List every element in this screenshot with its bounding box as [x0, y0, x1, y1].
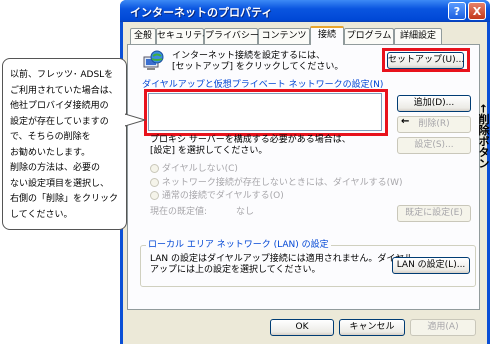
radio-never-dial[interactable]: ダイヤルしない(C)	[150, 164, 238, 175]
radio-dial-when-no-network-dot[interactable]	[150, 178, 159, 187]
radio-dial-when-no-network-label: ネットワーク接続が存在しないときには、ダイヤルする(W)	[161, 178, 403, 188]
add-button[interactable]: 追加(D)...	[397, 95, 471, 112]
tab-content[interactable]: コンテンツ	[258, 28, 310, 44]
radio-dial-when-no-network[interactable]: ネットワーク接続が存在しないときには、ダイヤルする(W)	[150, 178, 403, 189]
tab-programs[interactable]: プログラム	[344, 28, 394, 44]
proxy-description: プロキシ サーバーを構成する必要がある場合は、 [設定] を選択してください。	[150, 135, 351, 156]
list-highlight	[144, 89, 388, 136]
window-title: インターネットのプロパティ	[130, 6, 273, 19]
lan-description: LAN の設定はダイヤルアップ接続には適用されません。ダイヤル アップには上の設…	[150, 254, 414, 275]
setup-description: インターネット接続を設定するには、 [セットアップ] をクリックしてください。	[172, 51, 344, 72]
current-default-value: なし	[236, 207, 255, 217]
current-default-label: 現在の既定値:	[150, 207, 208, 217]
cancel-button[interactable]: キャンセル	[339, 319, 405, 336]
radio-always-dial[interactable]: 通常の接続でダイヤルする(O)	[150, 191, 284, 202]
setup-button[interactable]: セットアップ(U)...	[387, 52, 464, 69]
radio-never-dial-label: ダイヤルしない(C)	[161, 164, 238, 174]
set-default-button[interactable]: 既定に設定(E)	[397, 205, 471, 222]
radio-always-dial-dot[interactable]	[150, 191, 159, 200]
close-button[interactable]: X	[468, 2, 486, 20]
arrow-left-icon: ←	[401, 116, 410, 127]
lan-settings-button[interactable]: LAN の設定(L)...	[392, 257, 470, 274]
radio-never-dial-dot[interactable]	[150, 164, 159, 173]
tab-advanced[interactable]: 詳細設定	[394, 28, 442, 44]
tab-privacy[interactable]: プライバシー	[204, 28, 259, 44]
network-globe-icon	[142, 50, 164, 72]
radio-always-dial-label: 通常の接続でダイヤルする(O)	[161, 191, 284, 201]
tab-connections[interactable]: 接続	[310, 26, 344, 45]
settings-button[interactable]: 設定(S)...	[397, 137, 471, 154]
ok-button[interactable]: OK	[270, 319, 334, 336]
remove-button-label: ←削除ボタン	[477, 104, 490, 169]
tab-security[interactable]: セキュリティ	[156, 28, 210, 44]
lan-heading: ローカル エリア ネットワーク (LAN) の設定	[146, 240, 331, 251]
apply-button[interactable]: 適用(A)	[410, 319, 476, 336]
callout-pointer	[125, 113, 147, 127]
tab-general[interactable]: 全般	[130, 28, 156, 44]
help-button[interactable]: ?	[448, 2, 466, 20]
callout-text: 以前、フレッツ･ ADSLを ご利用されていた場合は、 他社プロバイダ接続用の …	[10, 70, 119, 220]
